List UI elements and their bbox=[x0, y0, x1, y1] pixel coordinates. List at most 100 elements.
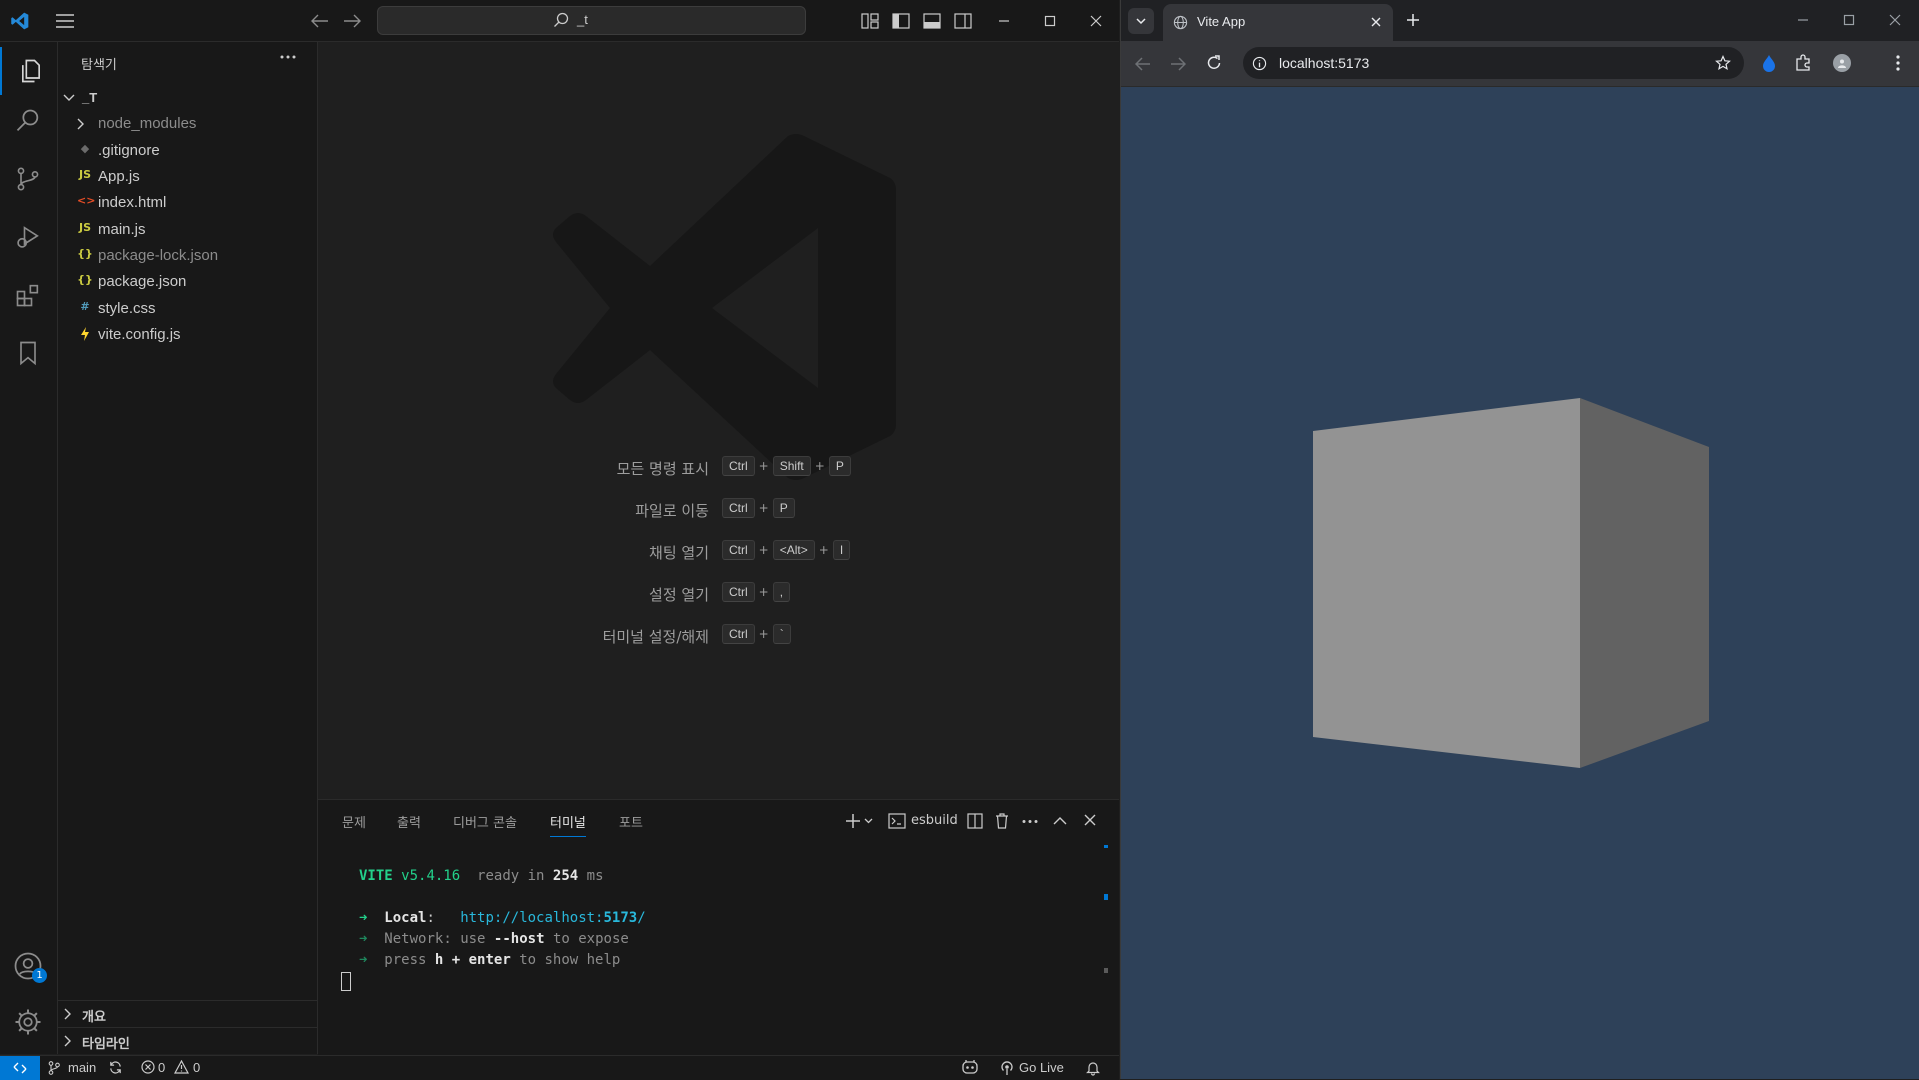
close-window-icon[interactable] bbox=[1889, 14, 1901, 26]
tab-debug-console[interactable]: 디버그 콘솔 bbox=[453, 812, 517, 836]
bell-icon[interactable] bbox=[1086, 1060, 1100, 1076]
more-actions-icon[interactable] bbox=[280, 54, 296, 60]
maximize-panel-icon[interactable] bbox=[1053, 816, 1067, 825]
keycap: Ctrl bbox=[722, 540, 755, 560]
tab-problems[interactable]: 문제 bbox=[342, 812, 366, 836]
term-ready-text: ready in bbox=[477, 868, 545, 884]
toggle-sidebar-icon[interactable] bbox=[890, 10, 912, 32]
chrome-menu-icon[interactable] bbox=[1896, 55, 1900, 71]
extensions-icon[interactable] bbox=[12, 279, 44, 311]
term-help-text: press bbox=[384, 952, 427, 968]
toggle-secondary-sidebar-icon[interactable] bbox=[952, 10, 974, 32]
copilot-icon[interactable] bbox=[961, 1059, 979, 1075]
tree-item-app-js[interactable]: JS App.js bbox=[58, 164, 317, 190]
vite-icon bbox=[77, 326, 93, 341]
error-count[interactable]: 0 bbox=[158, 1060, 165, 1075]
settings-gear-icon[interactable] bbox=[12, 1006, 44, 1038]
new-terminal-icon[interactable] bbox=[845, 813, 873, 829]
term-local-label: Local bbox=[384, 910, 427, 926]
term-help-text: to show help bbox=[519, 952, 621, 968]
tab-title: Vite App bbox=[1197, 14, 1246, 29]
terminal-cursor[interactable] bbox=[341, 972, 351, 991]
outline-label: 개요 bbox=[82, 1010, 106, 1025]
tree-item-main-js[interactable]: JS main.js bbox=[58, 217, 317, 243]
tree-item-gitignore[interactable]: ◆ .gitignore bbox=[58, 138, 317, 164]
shortcut-hint-row: 파일로 이동 Ctrl + P bbox=[318, 495, 1119, 523]
back-arrow-icon[interactable] bbox=[1135, 57, 1151, 71]
terminal-line-vite: VITE v5.4.16 ready in 254 ms bbox=[359, 868, 604, 884]
maximize-icon[interactable] bbox=[1843, 14, 1855, 26]
folder-root-label: _T bbox=[82, 90, 98, 105]
tree-item-style-css[interactable]: # style.css bbox=[58, 296, 317, 322]
shortcut-keys: Ctrl + ` bbox=[722, 624, 791, 644]
remote-indicator[interactable] bbox=[0, 1056, 40, 1080]
tab-terminal[interactable]: 터미널 bbox=[550, 812, 586, 837]
close-panel-icon[interactable] bbox=[1084, 814, 1096, 826]
forward-arrow-icon[interactable] bbox=[1170, 57, 1186, 71]
avatar[interactable] bbox=[1833, 54, 1851, 72]
address-bar[interactable]: localhost:5173 bbox=[1243, 47, 1744, 79]
shortcut-keys: Ctrl +, bbox=[722, 582, 791, 602]
tree-item-index-html[interactable]: <> index.html bbox=[58, 190, 317, 216]
local-url-link[interactable]: http://localhost:5173/ bbox=[460, 910, 645, 926]
chrome-tabstrip: Vite App bbox=[1121, 0, 1919, 41]
tree-item-package-lock[interactable]: {} package-lock.json bbox=[58, 243, 317, 269]
shortcut-keys: Ctrl + Shift + P bbox=[722, 456, 851, 476]
browser-tab[interactable]: Vite App bbox=[1163, 4, 1393, 41]
run-debug-icon[interactable] bbox=[12, 221, 44, 253]
term-network-text: to expose bbox=[552, 931, 629, 947]
split-terminal-icon[interactable] bbox=[967, 813, 983, 829]
minimize-icon[interactable] bbox=[1797, 14, 1809, 26]
key-plus-sign: + bbox=[758, 459, 769, 473]
vscode-window: _t 1 탐색기 _T node_modules ◆ .gitignore JS… bbox=[0, 0, 1119, 1080]
toggle-panel-icon[interactable] bbox=[921, 10, 943, 32]
go-live-button[interactable]: Go Live bbox=[1019, 1060, 1064, 1075]
explorer-icon[interactable] bbox=[0, 47, 59, 95]
explorer-title: 탐색기 bbox=[81, 58, 117, 73]
menu-icon[interactable] bbox=[54, 10, 76, 32]
more-actions-icon[interactable] bbox=[1022, 819, 1038, 824]
threejs-canvas[interactable] bbox=[1121, 87, 1919, 1079]
branch-name[interactable]: main bbox=[68, 1060, 96, 1075]
outline-section[interactable]: 개요 bbox=[58, 1000, 317, 1027]
tree-item-vite-config[interactable]: vite.config.js bbox=[58, 322, 317, 348]
warning-count[interactable]: 0 bbox=[193, 1060, 200, 1075]
chrome-toolbar: localhost:5173 bbox=[1121, 41, 1919, 87]
sync-icon[interactable] bbox=[108, 1060, 123, 1075]
tab-output[interactable]: 출력 bbox=[397, 812, 421, 836]
extensions-puzzle-icon[interactable] bbox=[1794, 54, 1812, 72]
tree-item-node-modules[interactable]: node_modules bbox=[58, 111, 317, 137]
new-tab-icon[interactable] bbox=[1406, 13, 1420, 27]
term-url-port: 5173 bbox=[603, 910, 638, 926]
minimize-icon[interactable] bbox=[993, 10, 1015, 32]
scroll-marker bbox=[1104, 845, 1108, 848]
tab-ports[interactable]: 포트 bbox=[619, 812, 643, 836]
web-page-viewport bbox=[1121, 87, 1919, 1079]
search-activity-icon[interactable] bbox=[12, 105, 44, 137]
tab-search-button[interactable] bbox=[1128, 8, 1154, 34]
trash-icon[interactable] bbox=[994, 812, 1010, 829]
extension-drop-icon[interactable] bbox=[1762, 54, 1776, 72]
accounts-icon[interactable]: 1 bbox=[12, 950, 47, 983]
timeline-section[interactable]: 타임라인 bbox=[58, 1027, 317, 1054]
maximize-icon[interactable] bbox=[1039, 10, 1061, 32]
close-window-icon[interactable] bbox=[1085, 10, 1107, 32]
forward-arrow-icon[interactable] bbox=[341, 10, 363, 32]
customize-layout-icon[interactable] bbox=[859, 10, 881, 32]
bookmark-star-icon[interactable] bbox=[1715, 55, 1731, 71]
back-arrow-icon[interactable] bbox=[309, 10, 331, 32]
source-control-icon[interactable] bbox=[12, 163, 44, 195]
bookmark-icon[interactable] bbox=[12, 337, 44, 369]
close-tab-icon[interactable] bbox=[1370, 16, 1382, 28]
command-center-search[interactable]: _t bbox=[377, 6, 806, 35]
tree-item-label: vite.config.js bbox=[98, 326, 181, 343]
site-info-icon[interactable] bbox=[1252, 56, 1267, 71]
terminal-line-help: ➜ press h + enter to show help bbox=[359, 952, 620, 968]
folder-root[interactable]: _T bbox=[58, 86, 317, 112]
keycap: P bbox=[772, 498, 795, 518]
reload-icon[interactable] bbox=[1206, 55, 1222, 71]
terminal-name[interactable]: esbuild bbox=[911, 813, 958, 828]
tree-item-label: .gitignore bbox=[98, 142, 160, 159]
tree-item-package-json[interactable]: {} package.json bbox=[58, 269, 317, 295]
term-url-base: http://localhost: bbox=[460, 910, 604, 926]
